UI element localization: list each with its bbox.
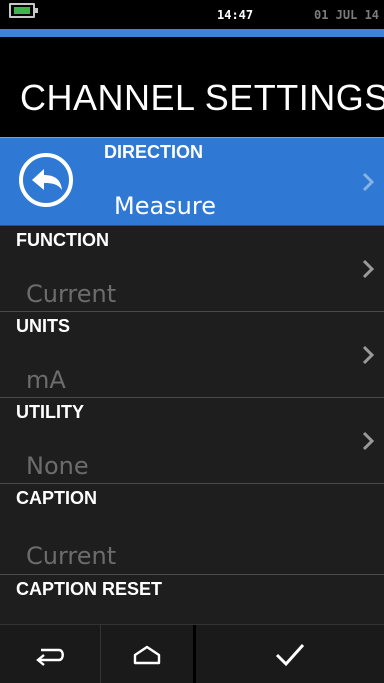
home-button[interactable]	[101, 625, 196, 683]
units-value: mA	[26, 366, 66, 394]
chevron-right-icon	[360, 430, 376, 452]
caption-value: Current	[26, 542, 117, 570]
function-value: Current	[26, 280, 117, 308]
checkmark-icon	[275, 643, 305, 666]
screen: 14:47 01 JUL 14 CHANNEL SETTINGS DIRECTI…	[0, 0, 384, 683]
utility-row[interactable]: UTILITY None	[0, 397, 384, 484]
bottom-nav-bar	[0, 624, 384, 683]
direction-label: DIRECTION	[104, 142, 203, 162]
status-bar: 14:47 01 JUL 14	[0, 0, 384, 29]
chevron-right-icon	[360, 258, 376, 280]
units-label: UNITS	[16, 316, 70, 336]
status-date: 01 JUL 14	[314, 8, 380, 22]
direction-row[interactable]: DIRECTION Measure	[0, 137, 384, 225]
utility-value: None	[26, 452, 89, 480]
units-row[interactable]: UNITS mA	[0, 311, 384, 398]
chevron-right-icon	[360, 171, 376, 193]
back-button[interactable]	[0, 625, 101, 683]
caption-row[interactable]: CAPTION Current	[0, 483, 384, 575]
title-bar: CHANNEL SETTINGS	[0, 37, 384, 138]
caption-reset-label: CAPTION RESET	[16, 579, 163, 599]
undo-arrow-icon	[36, 648, 64, 666]
status-time: 14:47	[217, 8, 254, 22]
back-arrow-circle-icon	[19, 153, 73, 207]
function-row[interactable]: FUNCTION Current	[0, 225, 384, 312]
utility-label: UTILITY	[16, 402, 84, 422]
function-label: FUNCTION	[16, 230, 109, 250]
chevron-right-icon	[360, 344, 376, 366]
caption-label: CAPTION	[16, 488, 97, 508]
battery-charging-icon	[9, 3, 38, 18]
page-title: CHANNEL SETTINGS	[20, 77, 384, 118]
direction-value: Measure	[114, 192, 216, 220]
accent-divider	[0, 29, 384, 37]
caption-reset-row[interactable]: CAPTION RESET	[0, 574, 384, 625]
home-icon	[133, 645, 161, 664]
confirm-button[interactable]	[196, 625, 384, 683]
